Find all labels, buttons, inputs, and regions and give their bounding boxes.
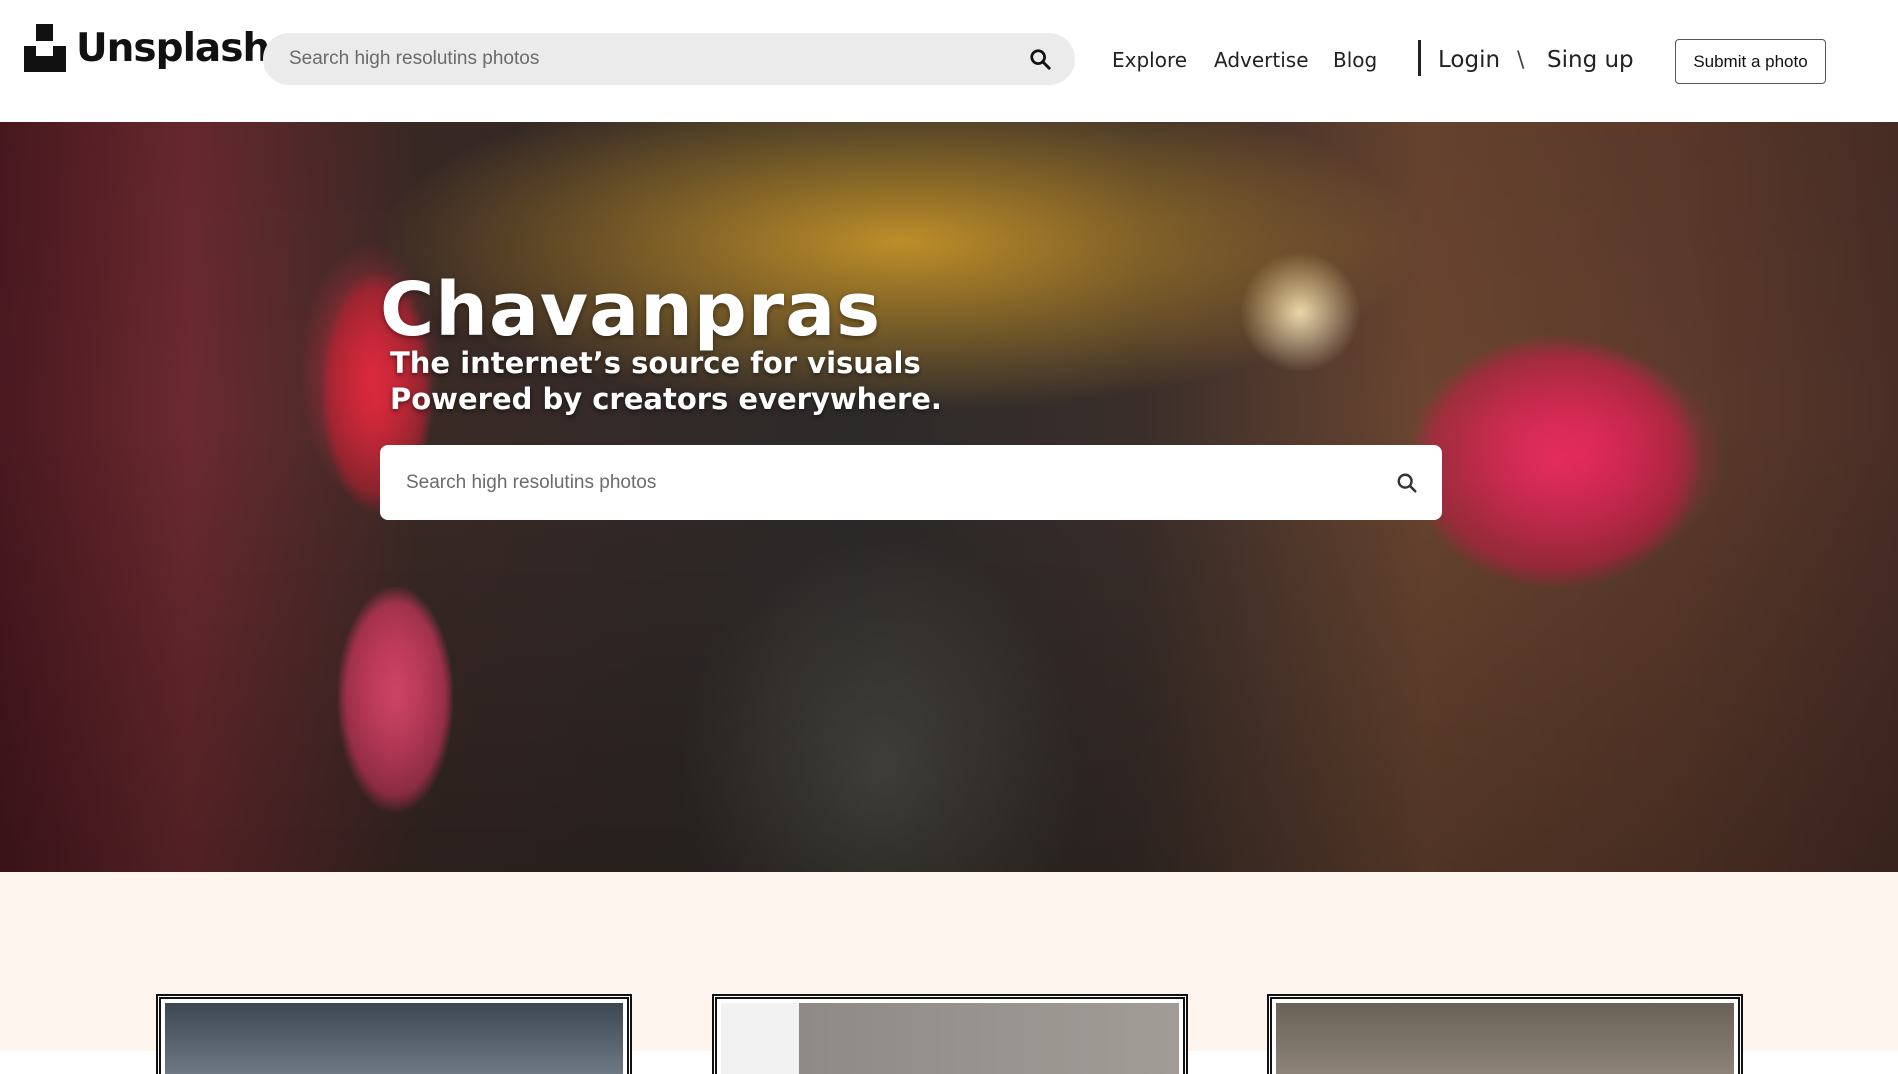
- unsplash-logo-icon: [24, 22, 66, 74]
- photo-card[interactable]: [156, 994, 632, 1074]
- photo-card[interactable]: [1267, 994, 1743, 1074]
- nav-signup[interactable]: Sing up: [1547, 40, 1634, 80]
- header-search-bar: [263, 33, 1075, 85]
- photo-thumbnail[interactable]: [1276, 1003, 1734, 1074]
- hero-title: Chavanpras: [380, 267, 882, 353]
- signup-link[interactable]: Sing up: [1547, 47, 1634, 73]
- search-icon[interactable]: [1394, 470, 1420, 496]
- nav-separator: \: [1517, 47, 1525, 73]
- nav-blog-link[interactable]: Blog: [1333, 48, 1377, 72]
- photo-card[interactable]: [712, 994, 1188, 1074]
- logo-link[interactable]: Unsplash: [24, 18, 270, 78]
- nav-advertise[interactable]: Advertise: [1214, 40, 1309, 80]
- header-search-input[interactable]: [289, 48, 1027, 70]
- nav-explore[interactable]: Explore: [1112, 40, 1187, 80]
- nav-blog[interactable]: Blog: [1333, 40, 1377, 80]
- hero-search-bar: [380, 445, 1442, 520]
- nav-login[interactable]: Login: [1438, 40, 1500, 80]
- search-icon[interactable]: [1027, 46, 1053, 72]
- submit-photo-button[interactable]: Submit a photo: [1675, 39, 1826, 84]
- logo-text: Unsplash: [76, 25, 270, 71]
- nav-explore-link[interactable]: Explore: [1112, 48, 1187, 72]
- nav-divider: [1418, 40, 1421, 76]
- photo-thumbnail[interactable]: [165, 1003, 623, 1074]
- hero-banner: Chavanpras The internet’s source for vis…: [0, 122, 1898, 872]
- photo-thumbnail[interactable]: [721, 1003, 1179, 1074]
- hero-subtitle-line-1: The internet’s source for visuals: [390, 346, 921, 380]
- hero-subtitle-line-2: Powered by creators everywhere.: [390, 382, 942, 416]
- login-link[interactable]: Login: [1438, 47, 1500, 73]
- hero-search-input[interactable]: [406, 471, 1394, 494]
- top-header: Unsplash Explore Advertise Blog Login \ …: [0, 0, 1898, 122]
- nav-advertise-link[interactable]: Advertise: [1214, 48, 1309, 72]
